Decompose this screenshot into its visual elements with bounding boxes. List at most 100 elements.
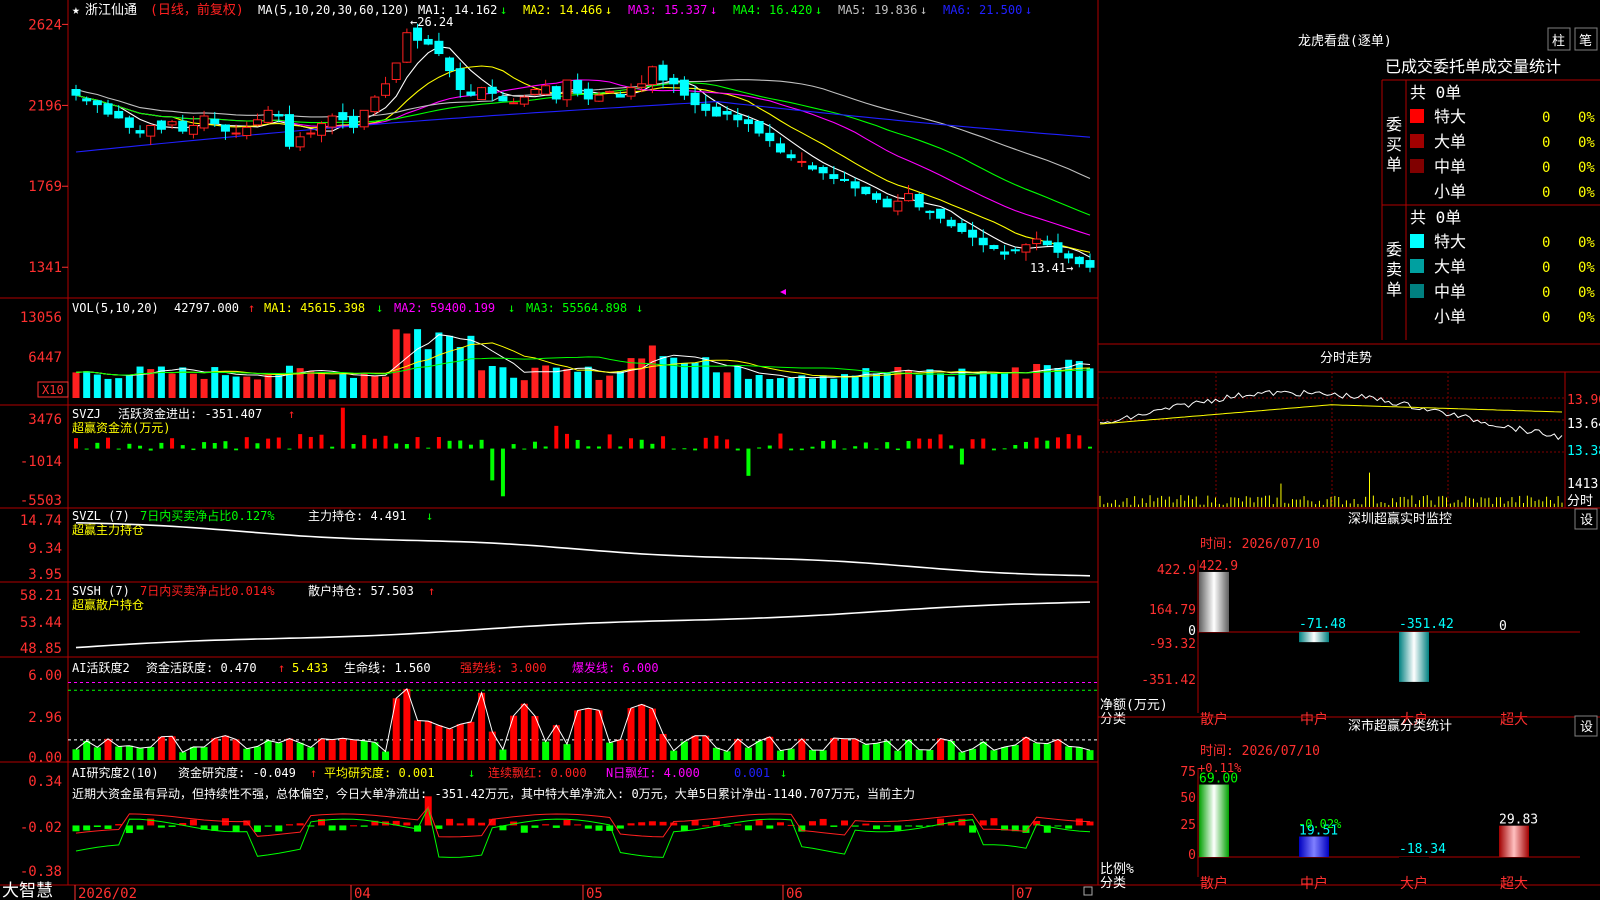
- bar: [307, 747, 315, 760]
- lhb-btn2-button[interactable]: 笔: [1574, 27, 1598, 51]
- bar: [895, 448, 900, 451]
- candle: [925, 210, 935, 220]
- bar: [232, 825, 240, 832]
- bar: [789, 448, 794, 451]
- bar: [340, 407, 345, 449]
- bar: [542, 741, 550, 760]
- candle: [711, 103, 721, 117]
- bar: [755, 820, 763, 826]
- bar: [72, 749, 80, 760]
- x-label-1: 04: [354, 886, 371, 900]
- monitor-settings-button[interactable]: 设: [1574, 508, 1598, 530]
- bar: [979, 820, 987, 826]
- candle: [199, 110, 209, 132]
- ai2-tick-0: 0.34: [28, 774, 62, 790]
- monitor-bar-label-3: 0: [1499, 619, 1507, 634]
- bar: [1054, 739, 1062, 760]
- chart-workspace[interactable]: ★ 浙江仙通 (日线，前复权) MA(5,10,20,30,60,120) MA1: 14…: [0, 0, 1600, 900]
- lhb-row-name: 特大: [1434, 232, 1466, 251]
- bar: [221, 735, 229, 760]
- bar: [542, 365, 550, 398]
- svzj-arrow: ↑: [288, 407, 295, 421]
- svsh-tick-2: 48.85: [20, 641, 62, 657]
- candle: [562, 79, 572, 107]
- bar: [499, 749, 507, 760]
- candle-body: [1085, 260, 1095, 268]
- candle: [530, 88, 540, 96]
- bar: [574, 371, 582, 398]
- bar: [744, 747, 752, 760]
- bar: [648, 345, 656, 398]
- bar: [862, 368, 870, 398]
- monitor-tick-3: -93.32: [1149, 637, 1196, 652]
- bar: [319, 434, 324, 449]
- bar: [243, 376, 251, 398]
- bar: [693, 448, 698, 451]
- ai1-tick-1: 2.96: [28, 710, 62, 726]
- bar: [543, 446, 548, 449]
- lhb-color-swatch: [1410, 234, 1424, 248]
- bar: [72, 825, 80, 832]
- bar: [1086, 368, 1094, 398]
- ai2-tick-2: -0.38: [20, 864, 62, 880]
- x-axis: 大智慧 2026/02 04 05 06 07: [2, 881, 1093, 900]
- ma-value-6: 21.500: [979, 3, 1022, 17]
- intraday-vol-tick: 1413: [1567, 477, 1598, 492]
- bar: [883, 372, 891, 398]
- bar: [223, 441, 228, 449]
- bar: [744, 378, 752, 398]
- bar: [488, 365, 496, 398]
- classify-settings-button[interactable]: 设: [1574, 715, 1598, 737]
- bar: [435, 825, 443, 829]
- candle: [797, 152, 807, 168]
- candle-body: [594, 94, 604, 102]
- candle: [434, 32, 444, 57]
- vol-value: 42797.000: [174, 301, 239, 315]
- candle: [872, 191, 882, 204]
- candle-body: [455, 68, 465, 90]
- lhb-btn1-button[interactable]: 柱: [1547, 27, 1571, 51]
- bar: [990, 750, 998, 760]
- bar: [244, 437, 249, 449]
- bar: [607, 434, 612, 449]
- candle-body: [124, 117, 134, 128]
- bar: [949, 445, 954, 449]
- lhb-buy-label-char: 买: [1386, 135, 1402, 154]
- bar: [841, 820, 849, 826]
- candle: [284, 105, 294, 150]
- lhb-row-count: 0: [1542, 260, 1550, 276]
- candle: [1053, 233, 1063, 259]
- candle: [71, 84, 81, 101]
- price-tick-1: 2196: [28, 98, 62, 114]
- price-tick-0: 2624: [28, 17, 62, 33]
- bar: [202, 442, 207, 449]
- ai1-a-arrow: ↑: [278, 661, 285, 675]
- bar: [125, 374, 133, 398]
- bar: [682, 448, 687, 450]
- bar: [1023, 441, 1028, 449]
- bar: [787, 748, 795, 760]
- button-label: 设: [1580, 720, 1593, 735]
- candle-body: [1042, 240, 1052, 246]
- bar: [905, 370, 913, 398]
- bar: [616, 825, 624, 829]
- candle-body: [658, 64, 668, 81]
- svsh-line: [75, 601, 1091, 649]
- candle: [188, 116, 198, 139]
- bar: [360, 373, 368, 398]
- bar: [115, 378, 123, 398]
- bar: [554, 425, 559, 449]
- svzj-header: SVZJ: [72, 407, 101, 421]
- bar: [350, 825, 358, 827]
- bar: [917, 438, 922, 449]
- vol-ma3: MA3: 55564.898: [526, 301, 627, 315]
- bar: [360, 740, 368, 760]
- bar: [1077, 435, 1082, 449]
- bar: [1001, 373, 1009, 398]
- price-tick-2: 1769: [28, 179, 62, 195]
- candle: [391, 62, 401, 83]
- classify-bar-0: [1199, 784, 1229, 857]
- vol-ma-line-2: [75, 342, 1091, 378]
- vol-ma1: MA1: 45615.398: [264, 301, 365, 315]
- svzj-tick-1: -1014: [20, 454, 62, 470]
